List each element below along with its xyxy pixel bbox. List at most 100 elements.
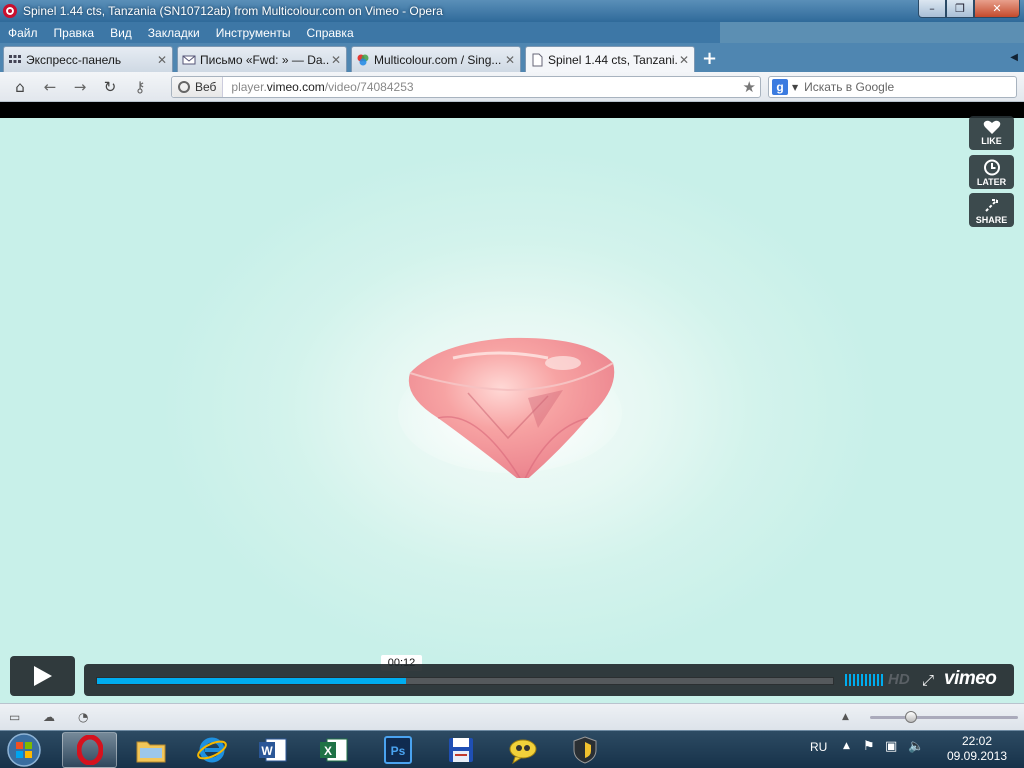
tab-list-chevron-icon[interactable]: ◀ <box>1010 52 1018 63</box>
play-button[interactable] <box>10 656 75 696</box>
share-button[interactable]: SHARE <box>969 193 1014 227</box>
taskbar-ie[interactable] <box>184 732 239 768</box>
video-player[interactable]: LIKE LATER SHARE 00:12 HD ⤢ vimeo <box>0 103 1024 703</box>
speaker-icon[interactable]: 🔈 <box>908 739 924 754</box>
tab-bar: Экспресс-панель ✕ Письмо «Fwd: » — Da...… <box>0 43 1024 72</box>
like-label: LIKE <box>981 136 1002 146</box>
flag-icon[interactable]: ⚑ <box>863 739 875 754</box>
tab-label: Письмо «Fwd: » — Da... <box>200 52 330 67</box>
maximize-button[interactable]: ❐ <box>946 0 974 18</box>
player-controls: HD ⤢ vimeo <box>84 664 1014 696</box>
menu-bookmarks[interactable]: Закладки <box>140 26 208 40</box>
tab-speed-dial[interactable]: Экспресс-панель ✕ <box>3 46 173 72</box>
video-frame[interactable] <box>0 118 1024 703</box>
clock-icon <box>983 159 1000 176</box>
system-tray: RU ▲ ⚑ ▣ 🔈 22:02 09.09.2013 <box>805 731 1024 768</box>
url-text: player.vimeo.com/video/74084253 <box>231 80 413 94</box>
search-field[interactable]: g ▼ Искать в Google <box>768 76 1017 98</box>
seek-bar[interactable] <box>96 677 834 685</box>
forward-arrow-icon[interactable]: → <box>65 78 95 96</box>
mail-icon <box>182 55 196 64</box>
network-icon[interactable]: ▣ <box>885 739 897 754</box>
taskbar-word[interactable]: W <box>245 732 300 768</box>
browser-status-bar: ▭ ☁ ◔ ▲ <box>0 703 1024 730</box>
desktop-background <box>720 22 1024 43</box>
menu-tools[interactable]: Инструменты <box>208 26 299 40</box>
vimeo-logo[interactable]: vimeo <box>944 668 997 690</box>
folder-icon <box>136 741 165 763</box>
tab-close-icon[interactable]: ✕ <box>504 53 516 67</box>
cloud-icon[interactable]: ☁ <box>43 710 55 724</box>
key-icon[interactable]: ⚷ <box>125 78 155 96</box>
taskbar-explorer[interactable] <box>123 732 178 768</box>
minimize-button[interactable]: – <box>918 0 946 18</box>
menu-file[interactable]: Файл <box>0 26 46 40</box>
internet-explorer-icon <box>196 737 227 763</box>
tab-label: Multicolour.com / Sing... <box>374 52 502 67</box>
google-icon[interactable]: g <box>772 79 788 95</box>
messenger-icon <box>509 739 536 765</box>
start-button[interactable] <box>4 732 44 768</box>
grid-icon <box>9 54 21 63</box>
tab-close-icon[interactable]: ✕ <box>330 53 342 67</box>
shield-icon <box>573 736 596 764</box>
like-button[interactable]: LIKE <box>969 116 1014 150</box>
show-hidden-icons-chevron-icon[interactable]: ▲ <box>843 741 850 751</box>
taskbar-opera[interactable] <box>62 732 117 768</box>
tab-label: Экспресс-панель <box>26 52 122 67</box>
taskbar-excel[interactable]: X <box>306 732 361 768</box>
search-placeholder: Искать в Google <box>804 80 895 94</box>
tab-mail[interactable]: Письмо «Fwd: » — Da... ✕ <box>177 46 347 72</box>
url-path: /video/74084253 <box>324 80 414 94</box>
hd-toggle[interactable]: HD <box>888 671 910 688</box>
svg-text:X: X <box>323 744 331 758</box>
fullscreen-icon[interactable]: ⤢ <box>922 671 934 689</box>
tab-label: Spinel 1.44 cts, Tanzani... <box>548 52 678 67</box>
back-arrow-icon[interactable]: ← <box>35 78 65 96</box>
heart-icon <box>983 120 1000 134</box>
taskbar-floppy[interactable] <box>433 732 488 768</box>
share-label: SHARE <box>975 215 1008 225</box>
bookmark-star-icon[interactable]: ★ <box>743 78 756 96</box>
site-info-badge[interactable]: Веб <box>172 77 224 97</box>
clock-time: 22:02 <box>961 734 993 748</box>
new-tab-plus-icon[interactable]: + <box>702 48 717 69</box>
watch-later-button[interactable]: LATER <box>969 155 1014 189</box>
zoom-up-icon[interactable]: ▲ <box>842 712 849 722</box>
zoom-slider[interactable] <box>870 716 1018 719</box>
zoom-slider-handle[interactable] <box>905 711 917 723</box>
spinel-gemstone-image <box>398 337 622 478</box>
home-icon[interactable]: ⌂ <box>5 78 35 96</box>
windows-taskbar: W X Ps RU ▲ ⚑ ▣ 🔈 22:02 09.09.2013 <box>0 730 1024 768</box>
chevron-down-icon[interactable]: ▼ <box>792 83 798 92</box>
taskbar-photoshop[interactable]: Ps <box>370 732 425 768</box>
close-button[interactable]: ✕ <box>974 0 1020 18</box>
window-title: Spinel 1.44 cts, Tanzania (SN10712ab) fr… <box>23 4 443 18</box>
tab-spinel-active[interactable]: Spinel 1.44 cts, Tanzani... ✕ <box>525 46 695 72</box>
tab-close-icon[interactable]: ✕ <box>156 53 168 67</box>
tab-close-icon[interactable]: ✕ <box>678 53 690 67</box>
menu-edit[interactable]: Правка <box>46 26 103 40</box>
menu-help[interactable]: Справка <box>299 26 362 40</box>
excel-icon: X <box>319 738 347 762</box>
menu-view[interactable]: Вид <box>102 26 140 40</box>
svg-text:W: W <box>261 744 273 758</box>
later-label: LATER <box>976 177 1007 187</box>
site-info-label: Веб <box>195 80 217 94</box>
taskbar-messenger[interactable] <box>495 732 550 768</box>
url-domain: vimeo.com <box>266 80 325 94</box>
language-indicator[interactable]: RU <box>810 740 827 754</box>
clock[interactable]: 22:02 09.09.2013 <box>937 734 1017 764</box>
word-icon: W <box>258 738 286 762</box>
opera-logo-icon <box>3 4 17 18</box>
address-bar[interactable]: Веб player.vimeo.com/video/74084253 ★ <box>171 76 761 98</box>
reload-icon[interactable]: ↻ <box>95 78 125 96</box>
photoshop-icon: Ps <box>383 736 412 764</box>
progress-fill <box>97 678 407 684</box>
taskbar-antivirus[interactable] <box>557 732 612 768</box>
panel-toggle-icon[interactable]: ▭ <box>9 710 20 724</box>
tab-multicolour[interactable]: Multicolour.com / Sing... ✕ <box>351 46 521 72</box>
speed-gauge-icon[interactable]: ◔ <box>78 710 88 724</box>
navigation-bar: ⌂ ← → ↻ ⚷ Веб player.vimeo.com/video/740… <box>0 72 1024 102</box>
volume-control[interactable] <box>845 674 883 686</box>
